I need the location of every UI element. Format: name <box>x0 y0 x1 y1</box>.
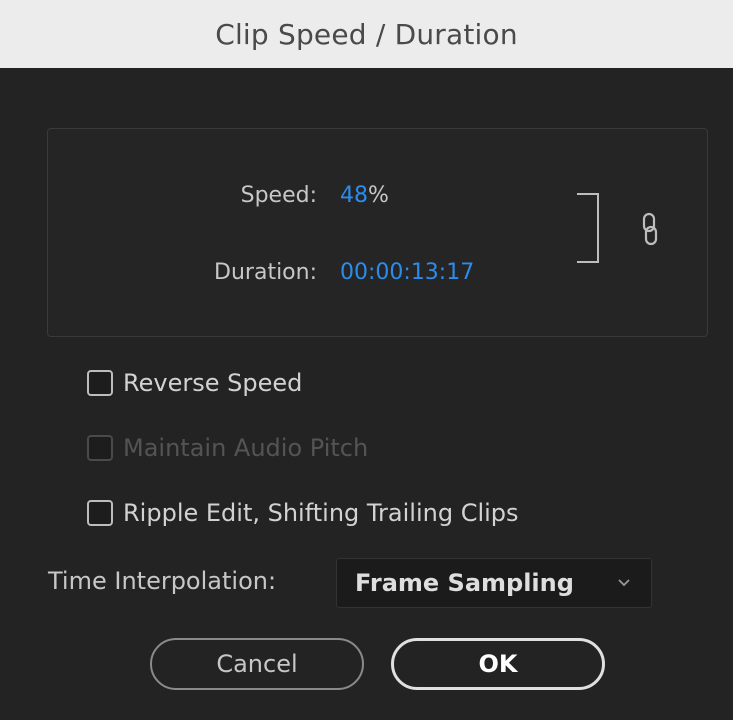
dialog-title: Clip Speed / Duration <box>215 17 518 51</box>
time-interpolation-label: Time Interpolation: <box>48 567 277 595</box>
link-bracket <box>577 193 599 263</box>
ripple-edit-option[interactable]: Ripple Edit, Shifting Trailing Clips <box>87 499 519 527</box>
reverse-speed-label: Reverse Speed <box>123 369 303 397</box>
clip-speed-duration-dialog: Clip Speed / Duration Speed: 48 % Durati… <box>0 0 733 720</box>
title-bar[interactable]: Clip Speed / Duration <box>0 0 733 68</box>
maintain-audio-pitch-checkbox <box>87 435 113 461</box>
reverse-speed-option[interactable]: Reverse Speed <box>87 369 302 397</box>
speed-unit: % <box>368 183 389 208</box>
speed-value[interactable]: 48 <box>340 183 368 208</box>
ripple-edit-label: Ripple Edit, Shifting Trailing Clips <box>123 499 519 527</box>
reverse-speed-checkbox[interactable] <box>87 370 113 396</box>
link-icon[interactable] <box>640 212 660 246</box>
chevron-down-icon <box>618 579 630 587</box>
time-interpolation-select[interactable]: Frame Sampling <box>336 558 652 608</box>
maintain-audio-pitch-option: Maintain Audio Pitch <box>87 434 368 462</box>
time-interpolation-value: Frame Sampling <box>355 569 574 597</box>
maintain-audio-pitch-label: Maintain Audio Pitch <box>123 434 369 462</box>
cancel-button[interactable]: Cancel <box>150 638 364 690</box>
speed-label: Speed: <box>240 183 317 208</box>
duration-value[interactable]: 00:00:13:17 <box>340 260 474 285</box>
ok-button[interactable]: OK <box>391 638 605 690</box>
duration-label: Duration: <box>214 260 317 285</box>
ripple-edit-checkbox[interactable] <box>87 500 113 526</box>
speed-duration-panel <box>47 128 708 337</box>
